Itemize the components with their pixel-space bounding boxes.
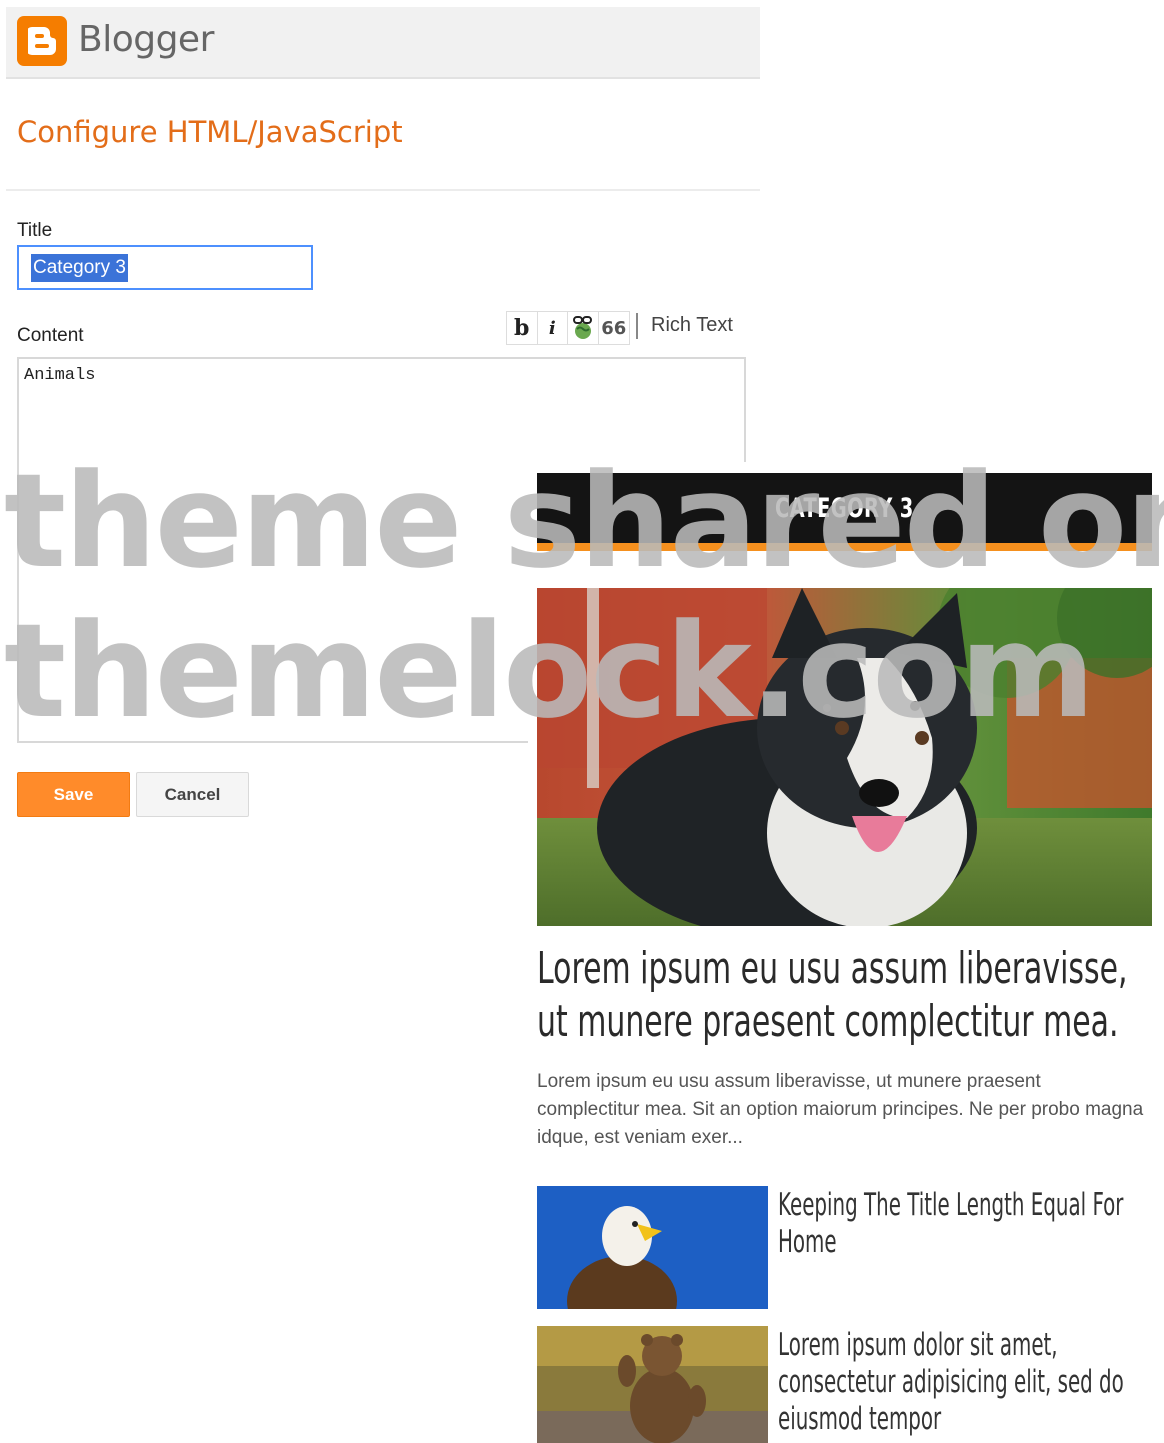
italic-button[interactable]: i — [538, 312, 568, 344]
divider — [6, 189, 760, 191]
blogger-logo-icon[interactable] — [17, 16, 67, 66]
brand-name: Blogger — [78, 19, 214, 60]
category-header: CATEGORY 3 — [537, 473, 1152, 551]
cancel-button[interactable]: Cancel — [136, 772, 249, 817]
content-text: Animals — [24, 366, 96, 385]
featured-post-title[interactable]: Lorem ipsum eu usu assum liberavisse, ut… — [537, 942, 1149, 1048]
rich-text-link[interactable]: Rich Text — [651, 314, 733, 337]
toolbar-separator — [636, 313, 638, 339]
bold-button[interactable]: b — [507, 312, 538, 344]
save-button[interactable]: Save — [17, 772, 130, 817]
link-globe-icon — [572, 316, 592, 339]
content-label: Content — [17, 325, 84, 346]
quote-button[interactable]: 66 — [599, 312, 629, 344]
featured-image-dog[interactable] — [537, 588, 1152, 926]
page-title: Configure HTML/JavaScript — [17, 115, 403, 149]
format-toolbar: b i 66 — [506, 311, 630, 345]
category-title: CATEGORY 3 — [775, 492, 914, 524]
list-item-title-2[interactable]: Lorem ipsum dolor sit amet, consectetur … — [778, 1327, 1136, 1438]
top-bar: Blogger — [6, 7, 760, 79]
title-label: Title — [17, 220, 53, 241]
list-item-title-1[interactable]: Keeping The Title Length Equal For Home — [778, 1187, 1136, 1261]
featured-post-excerpt: Lorem ipsum eu usu assum liberavisse, ut… — [537, 1071, 1144, 1148]
title-input[interactable]: Category 3 — [17, 245, 313, 290]
thumbnail-bear[interactable] — [537, 1326, 768, 1443]
title-input-selected-text: Category 3 — [31, 254, 128, 282]
thumbnail-eagle[interactable] — [537, 1186, 768, 1309]
link-button[interactable] — [568, 312, 599, 344]
